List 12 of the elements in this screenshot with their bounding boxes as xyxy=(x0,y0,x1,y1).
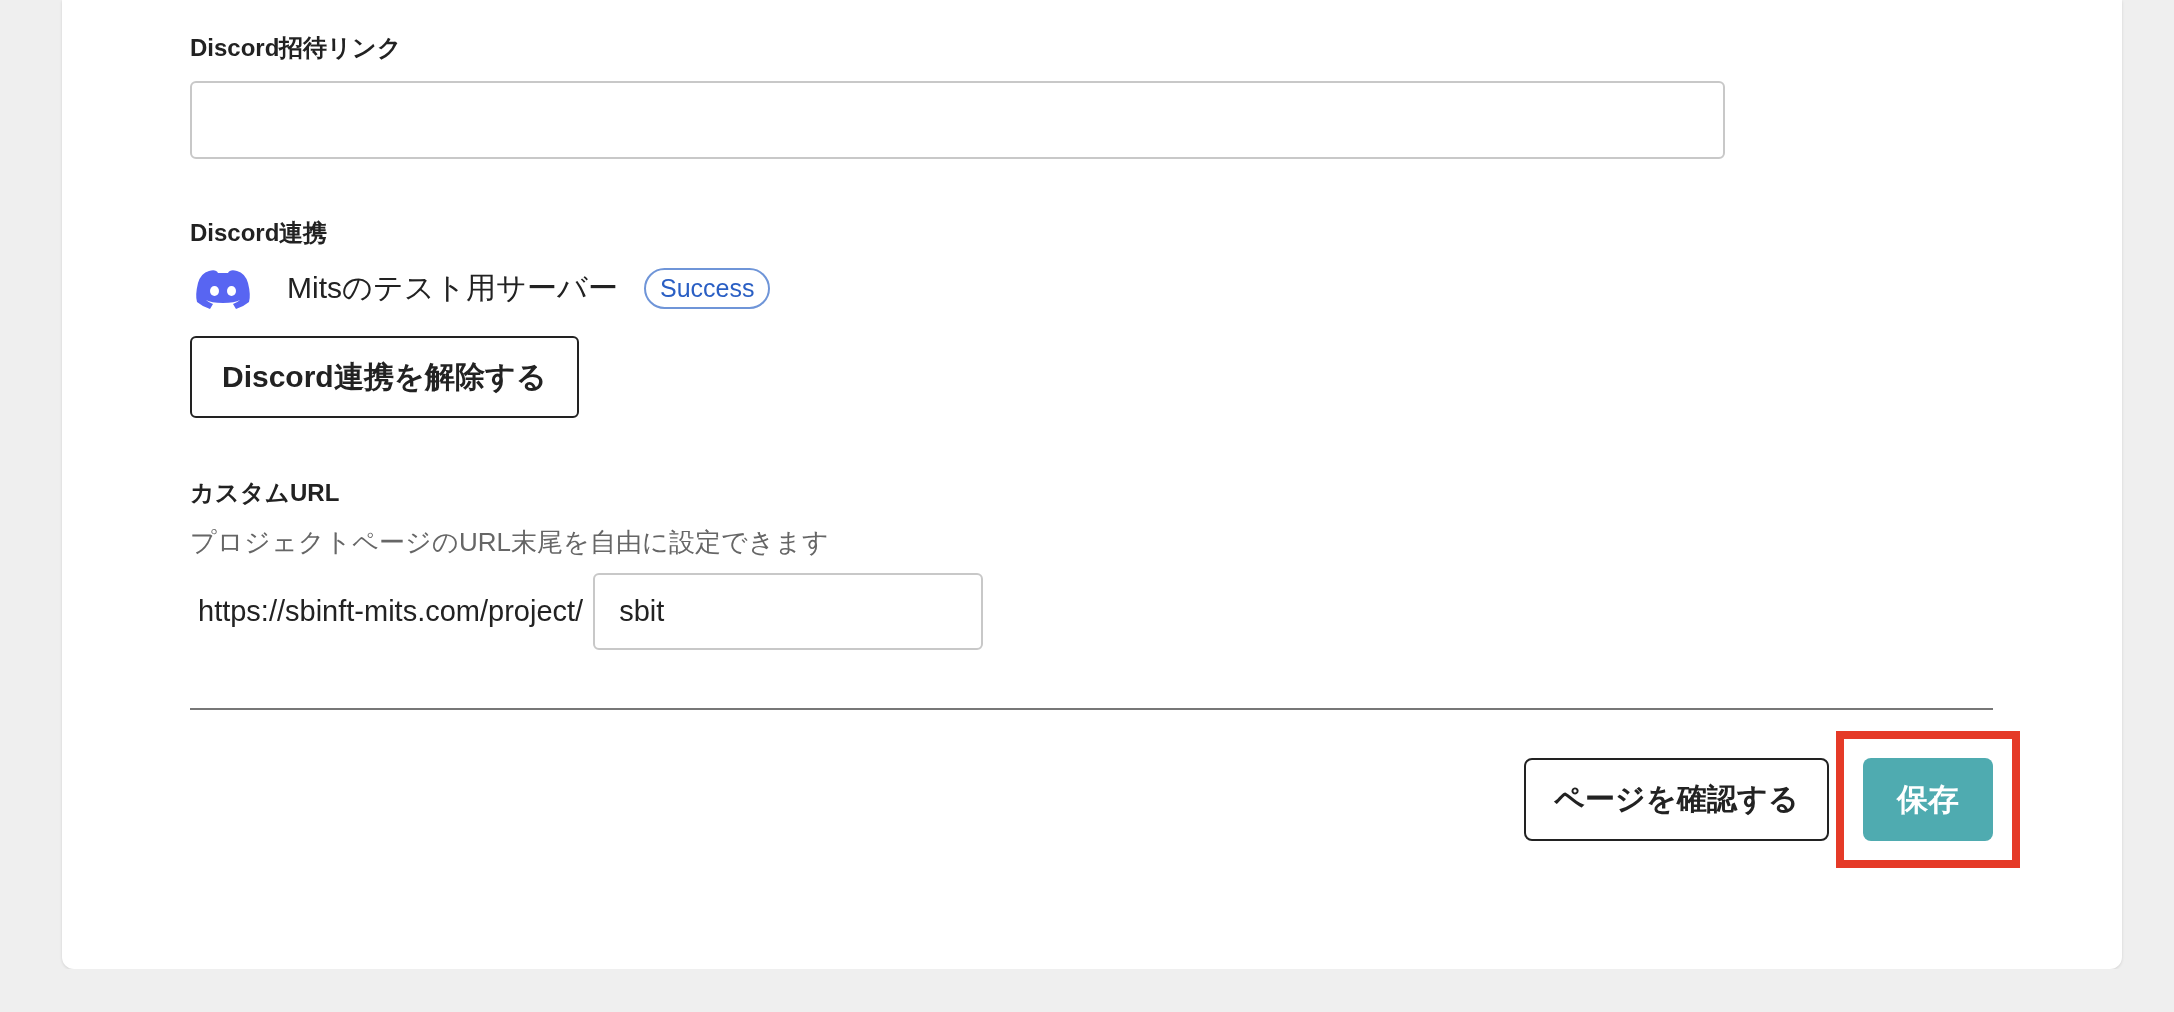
url-prefix: https://sbinft-mits.com/project/ xyxy=(198,595,584,628)
input-field[interactable] xyxy=(190,81,1725,159)
field-description: プロジェクトページのURL末尾を自由に設定できます xyxy=(190,526,830,558)
server-name: Mitsのテスト用サーバー xyxy=(287,270,618,306)
field-label: Discord連携 xyxy=(190,218,329,248)
field-label: カスタムURL xyxy=(190,478,341,508)
field-label: Discord招待リンク xyxy=(190,33,404,63)
status-badge: Success xyxy=(644,268,771,309)
input-field[interactable]: sbit xyxy=(593,573,984,650)
game-controller-icon xyxy=(195,268,251,309)
unlink-discord-button[interactable]: Discord連携を解除する xyxy=(190,336,579,418)
preview-page-button[interactable]: ページを確認する xyxy=(1524,758,1829,841)
